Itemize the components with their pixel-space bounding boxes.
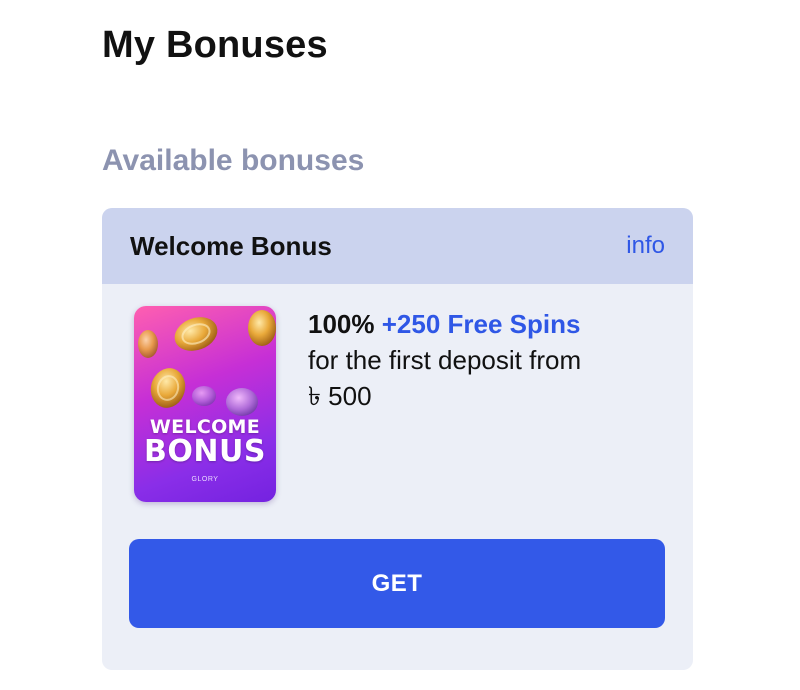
info-link[interactable]: info bbox=[626, 232, 665, 260]
welcome-bonus-image: WELCOME BONUS GLORY bbox=[134, 306, 276, 502]
promo-bonus-text: BONUS bbox=[144, 434, 266, 469]
offer-percent: 100% bbox=[308, 309, 375, 339]
section-title: Available bonuses bbox=[102, 144, 365, 177]
offer-free-spins: +250 Free Spins bbox=[381, 309, 581, 339]
bonus-card-body: WELCOME BONUS GLORY 100% +250 Free Spins… bbox=[102, 284, 693, 670]
page-title: My Bonuses bbox=[102, 24, 328, 66]
bonus-card: Welcome Bonus info WELCOME BONUS GLORY 1… bbox=[102, 208, 693, 670]
offer-amount: ৳ 500 bbox=[308, 381, 372, 411]
bonus-card-header: Welcome Bonus info bbox=[102, 208, 693, 284]
offer-condition: for the first deposit from bbox=[308, 345, 582, 375]
coins-illustration bbox=[138, 310, 276, 416]
get-bonus-button[interactable]: GET bbox=[129, 539, 665, 628]
offer-description: 100% +250 Free Spins for the first depos… bbox=[308, 306, 668, 414]
bonus-title: Welcome Bonus bbox=[130, 230, 332, 261]
promo-brand-logo: GLORY bbox=[191, 476, 219, 483]
